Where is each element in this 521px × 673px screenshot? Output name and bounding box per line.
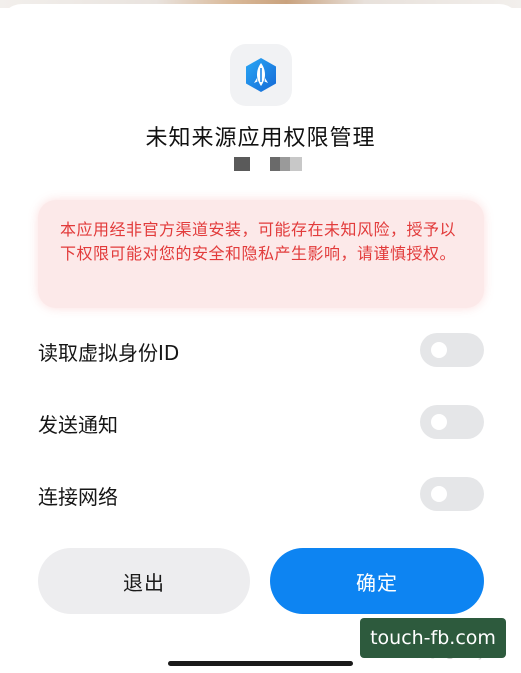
permission-label: 连接网络 — [38, 485, 118, 509]
app-icon — [230, 44, 292, 106]
permission-toggle-virtual-id[interactable] — [420, 333, 484, 367]
dialog-title: 未知来源应用权限管理 — [145, 126, 376, 151]
permission-label: 读取虚拟身份ID — [38, 341, 180, 365]
permission-dialog: 未知来源应用权限管理 本应用经非官方渠道安装，可能存在未知风险，授予以下权限可能… — [0, 4, 521, 673]
permission-row-virtual-id: 读取虚拟身份ID — [38, 331, 484, 371]
permission-toggle-notifications[interactable] — [420, 405, 484, 439]
permission-row-notifications: 发送通知 — [38, 403, 484, 443]
risk-warning-box: 本应用经非官方渠道安装，可能存在未知风险，授予以下权限可能对您的安全和隐私产生影… — [38, 200, 484, 308]
confirm-button[interactable]: 确定 — [270, 548, 484, 614]
permission-toggle-network[interactable] — [420, 477, 484, 511]
site-watermark: touch-fb.com — [360, 618, 506, 658]
risk-warning-text: 本应用经非官方渠道安装，可能存在未知风险，授予以下权限可能对您的安全和隐私产生影… — [60, 220, 457, 263]
toggle-knob — [431, 414, 447, 430]
toggle-knob — [431, 486, 447, 502]
toggle-knob — [431, 342, 447, 358]
home-indicator[interactable] — [168, 661, 353, 666]
permission-screen: 未知来源应用权限管理 本应用经非官方渠道安装，可能存在未知风险，授予以下权限可能… — [0, 0, 521, 673]
rocket-app-icon — [246, 58, 276, 92]
masked-app-name — [234, 157, 304, 171]
permission-row-network: 连接网络 — [38, 475, 484, 515]
exit-button[interactable]: 退出 — [38, 548, 250, 614]
permission-label: 发送通知 — [38, 413, 118, 437]
